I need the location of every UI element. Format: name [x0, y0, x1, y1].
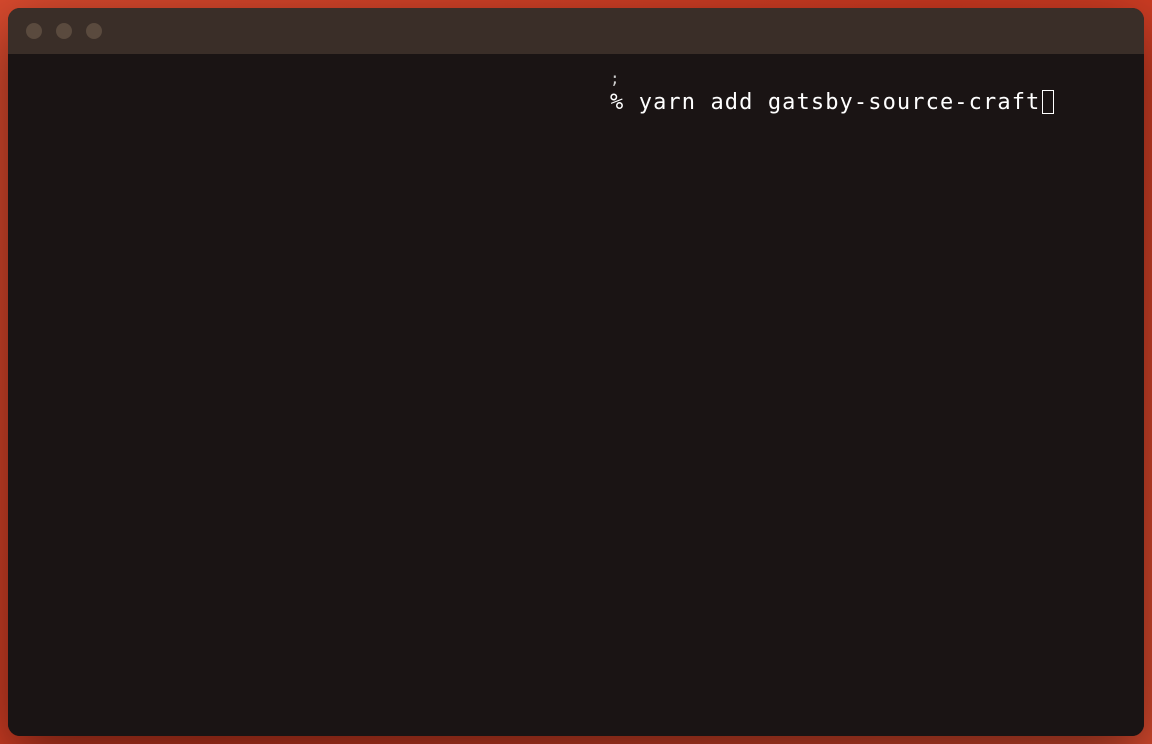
cursor-icon [1042, 90, 1054, 114]
terminal-prompt-line: % yarn add gatsby-source-craft [610, 88, 1120, 118]
terminal-artifact-line: ; [610, 74, 1120, 88]
close-button[interactable] [26, 23, 42, 39]
command-input-text[interactable]: yarn add gatsby-source-craft [639, 88, 1041, 118]
maximize-button[interactable] [86, 23, 102, 39]
prompt-symbol: % [610, 88, 624, 118]
window-titlebar[interactable] [8, 8, 1144, 54]
terminal-window: ; % yarn add gatsby-source-craft [8, 8, 1144, 736]
terminal-viewport[interactable]: ; % yarn add gatsby-source-craft [8, 54, 1144, 736]
minimize-button[interactable] [56, 23, 72, 39]
artifact-character: ; [610, 68, 621, 90]
